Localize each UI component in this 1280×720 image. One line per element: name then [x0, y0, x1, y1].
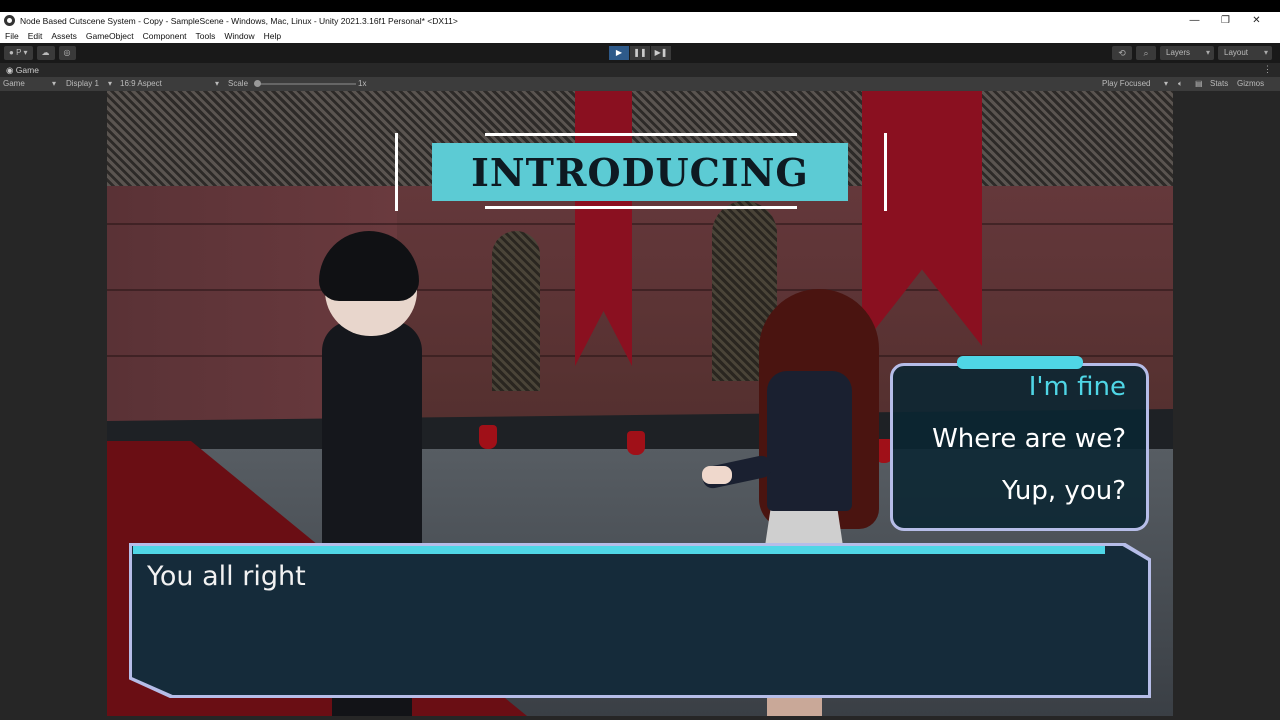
- menu-tools[interactable]: Tools: [196, 31, 216, 41]
- tab-menu-icon[interactable]: ⋮: [1263, 64, 1272, 75]
- dialogue-text: You all right: [147, 561, 306, 592]
- gizmos-button[interactable]: Gizmos: [1237, 79, 1264, 88]
- game-control-bar: Game ▾ Display 1 ▾ 16:9 Aspect ▾ Scale 1…: [0, 77, 1280, 91]
- view-dropdown[interactable]: Game: [3, 79, 25, 88]
- banner-bottom-line: [485, 206, 797, 209]
- girl-character-body: [767, 371, 852, 511]
- stats-button[interactable]: Stats: [1210, 79, 1228, 88]
- menu-gameobject[interactable]: GameObject: [86, 31, 134, 41]
- step-button[interactable]: ▶❚: [651, 46, 671, 60]
- layout-dropdown[interactable]: Layout: [1218, 46, 1272, 60]
- main-toolbar: ● P ▾ ☁ ◎ ▶ ❚❚ ▶❚ ⟲ ⌕ Layers Layout: [0, 43, 1280, 63]
- choice-option[interactable]: Yup, you?: [1002, 476, 1126, 506]
- menu-file[interactable]: File: [5, 31, 19, 41]
- audio-mute-icon[interactable]: 🔈︎: [1178, 79, 1183, 89]
- window-title: Node Based Cutscene System - Copy - Samp…: [20, 15, 458, 26]
- history-icon[interactable]: ⟲: [1112, 46, 1132, 60]
- unity-logo-icon: [4, 15, 15, 26]
- close-button[interactable]: ✕: [1241, 12, 1272, 29]
- menu-assets[interactable]: Assets: [51, 31, 77, 41]
- scale-slider-track[interactable]: [256, 83, 356, 85]
- choice-box: I'm fine Where are we? Yup, you?: [890, 363, 1149, 531]
- girl-character-hand: [702, 466, 732, 484]
- play-button[interactable]: ▶: [609, 46, 629, 60]
- scale-label: Scale: [228, 79, 249, 88]
- menu-edit[interactable]: Edit: [28, 31, 43, 41]
- play-focused-arrow-icon[interactable]: ▾: [1164, 79, 1168, 88]
- menu-bar: File Edit Assets GameObject Component To…: [0, 29, 1280, 43]
- menu-component[interactable]: Component: [143, 31, 187, 41]
- aspect-dropdown[interactable]: 16:9 Aspect: [120, 79, 162, 88]
- maximize-button[interactable]: ❐: [1210, 12, 1241, 29]
- window-controls: — ❐ ✕: [1179, 12, 1272, 29]
- scale-value: 1x: [358, 79, 367, 88]
- tab-game[interactable]: ◉ Game: [6, 65, 39, 76]
- banner-divider-left: [395, 133, 398, 211]
- tab-game-label: Game: [15, 65, 39, 75]
- choice-option[interactable]: Where are we?: [932, 424, 1126, 454]
- account-button[interactable]: ● P ▾: [4, 46, 33, 60]
- account-label: P: [16, 48, 22, 57]
- choice-option-selected[interactable]: I'm fine: [1029, 372, 1126, 402]
- choice-box-tab: [957, 356, 1083, 369]
- stats-icon[interactable]: ▤: [1195, 79, 1203, 88]
- minimize-button[interactable]: —: [1179, 12, 1210, 29]
- cloud-icon[interactable]: ☁: [36, 46, 55, 60]
- play-focused-dropdown[interactable]: Play Focused: [1102, 79, 1150, 88]
- display-dropdown-arrow-icon[interactable]: ▾: [108, 79, 112, 88]
- view-dropdown-arrow-icon[interactable]: ▾: [52, 79, 56, 88]
- tab-bar: ◉ Game ⋮: [0, 63, 1280, 77]
- dialogue-accent-bar: [133, 546, 1105, 554]
- red-vase: [479, 425, 497, 449]
- scale-slider-knob[interactable]: [254, 80, 261, 87]
- search-icon[interactable]: ⌕: [1136, 46, 1156, 60]
- banner-top-line: [485, 133, 797, 136]
- pause-button[interactable]: ❚❚: [630, 46, 650, 60]
- introducing-title: INTRODUCING: [471, 149, 809, 195]
- window-title-bar: Node Based Cutscene System - Copy - Samp…: [0, 12, 1280, 29]
- arched-window: [492, 231, 540, 391]
- aspect-dropdown-arrow-icon[interactable]: ▾: [215, 79, 219, 88]
- red-vase: [627, 431, 645, 455]
- introducing-banner: INTRODUCING: [432, 143, 848, 201]
- game-view[interactable]: INTRODUCING I'm fine Where are we? Yup, …: [107, 91, 1173, 716]
- collab-icon[interactable]: ◎: [58, 46, 76, 60]
- menu-help[interactable]: Help: [264, 31, 281, 41]
- dialogue-box[interactable]: You all right: [129, 543, 1151, 698]
- menu-window[interactable]: Window: [224, 31, 254, 41]
- banner-divider-right: [884, 133, 887, 211]
- layers-dropdown[interactable]: Layers: [1160, 46, 1214, 60]
- display-dropdown[interactable]: Display 1: [66, 79, 99, 88]
